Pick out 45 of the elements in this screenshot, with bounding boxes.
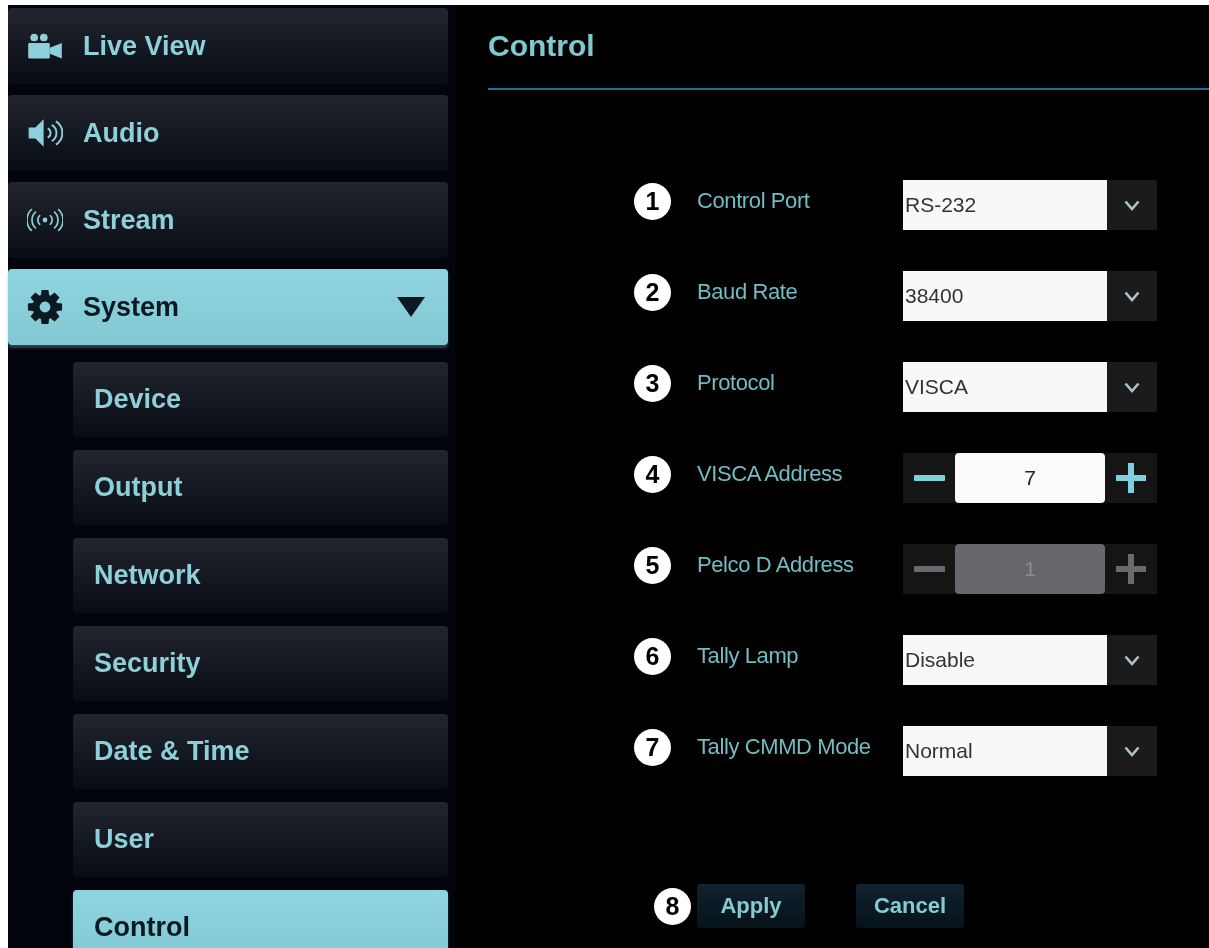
- field-label: Tally Lamp: [697, 643, 799, 669]
- increment-button[interactable]: [1105, 453, 1157, 503]
- plus-icon: [1116, 463, 1146, 493]
- step-number: 1: [634, 182, 671, 220]
- chevron-down-icon: [1124, 381, 1140, 393]
- minus-icon: [913, 566, 945, 572]
- chevron-down-icon: [1124, 654, 1140, 666]
- decrement-button[interactable]: [903, 453, 955, 503]
- nav-subitem[interactable]: Network: [73, 538, 448, 613]
- nav-subitem[interactable]: Device: [73, 362, 448, 437]
- nav-item[interactable]: Audio: [8, 95, 448, 171]
- nav-subitem[interactable]: Date & Time: [73, 714, 448, 789]
- field-label: Protocol: [697, 370, 775, 396]
- field-label: Baud Rate: [697, 279, 798, 305]
- step-number: 2: [634, 273, 671, 311]
- step-number: 5: [634, 546, 671, 584]
- number-field[interactable]: 7: [955, 453, 1105, 503]
- apply-button[interactable]: Apply: [697, 884, 805, 928]
- field-label: VISCA Address: [697, 461, 843, 487]
- minus-icon: [913, 475, 945, 481]
- step-number: 7: [634, 728, 671, 766]
- settings-gear-icon: [27, 289, 63, 325]
- broadcast-icon: [27, 208, 63, 232]
- nav-subitem[interactable]: Security: [73, 626, 448, 701]
- chevron-down-icon: [1124, 199, 1140, 211]
- nav-subitem[interactable]: Output: [73, 450, 448, 525]
- nav-subitem[interactable]: Control: [73, 890, 448, 948]
- step-number: 3: [634, 364, 671, 402]
- field-label: Tally CMMD Mode: [697, 734, 871, 760]
- nav-item[interactable]: Live View: [8, 8, 448, 84]
- step-number: 8: [654, 887, 691, 925]
- nav-item[interactable]: System: [8, 269, 448, 345]
- plus-icon: [1116, 554, 1146, 584]
- chevron-down-icon: [1124, 745, 1140, 757]
- field-label: Pelco D Address: [697, 552, 854, 578]
- nav-item[interactable]: Stream: [8, 182, 448, 258]
- step-number: 6: [634, 637, 671, 675]
- cancel-button[interactable]: Cancel: [856, 884, 964, 928]
- nav-subitem[interactable]: User: [73, 802, 448, 877]
- step-number: 4: [634, 455, 671, 493]
- page-title: Control: [488, 29, 595, 63]
- field-label: Control Port: [697, 188, 810, 214]
- video-camera-icon: [27, 32, 63, 60]
- speaker-icon: [27, 118, 63, 148]
- chevron-down-icon: [1124, 290, 1140, 302]
